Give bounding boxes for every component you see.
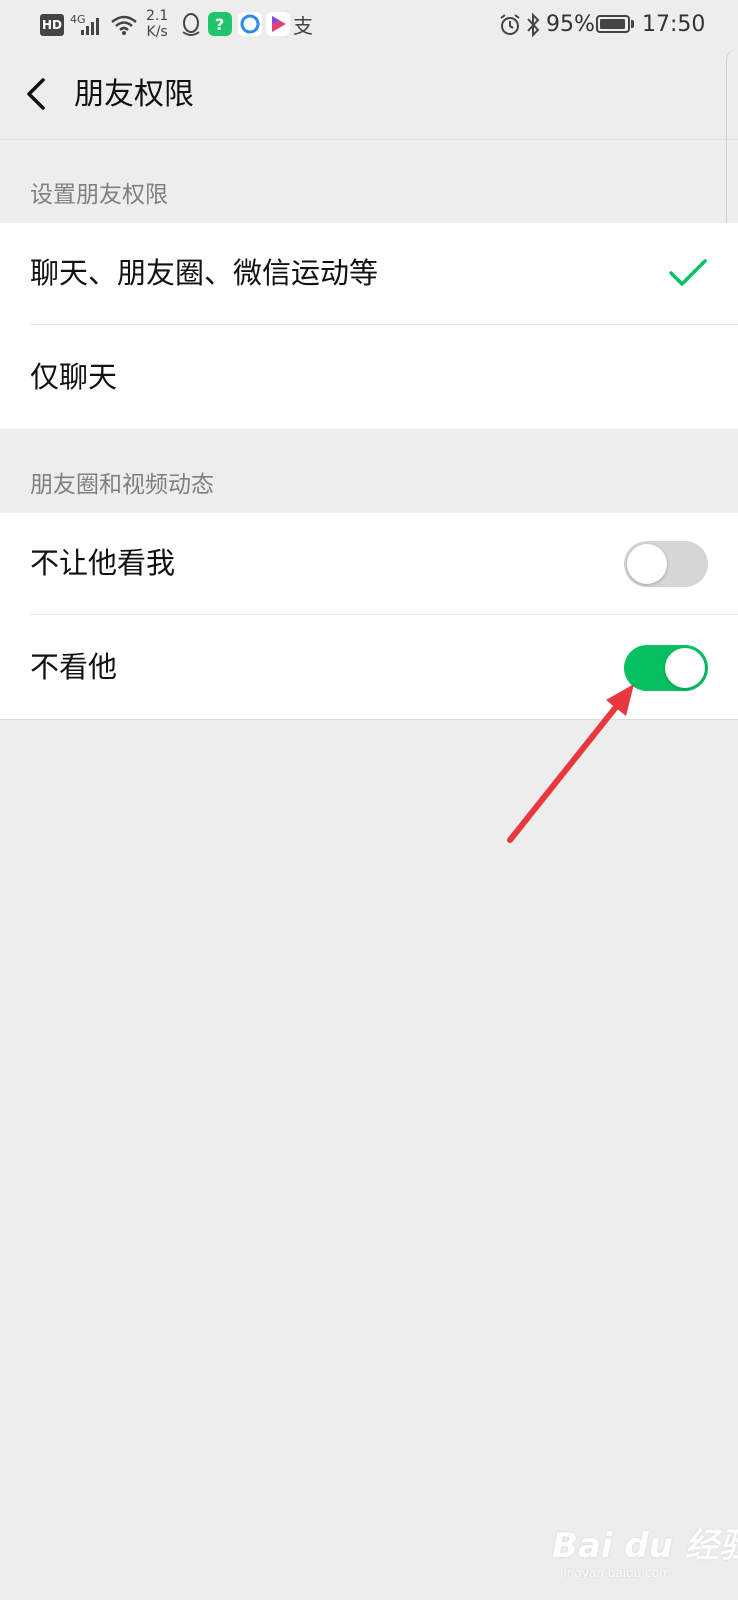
wifi-icon <box>111 15 137 35</box>
svg-text:支: 支 <box>293 14 313 37</box>
watermark-sub: jingyan.baidu.com <box>560 1566 671 1580</box>
divider <box>30 614 738 615</box>
svg-text:?: ? <box>215 15 224 34</box>
app-green-icon: ? <box>208 12 232 36</box>
watermark-main: Bai du 经验 <box>552 1526 738 1566</box>
toggle-label: 不让他看我 <box>30 546 176 580</box>
annotation-arrow <box>507 684 634 843</box>
switch-knob <box>665 648 705 688</box>
option-all-permissions[interactable]: 聊天、朋友圈、微信运动等 <box>0 223 738 325</box>
speed-value: 2.1 <box>146 8 169 24</box>
alipay-icon: 支 <box>293 14 313 37</box>
back-chevron-icon[interactable] <box>18 72 58 116</box>
speed-unit: K/s <box>146 24 168 40</box>
hd-badge: HD <box>40 14 64 36</box>
battery-cap <box>631 20 634 28</box>
qq-icon <box>182 13 200 36</box>
section-header-permissions: 设置朋友权限 <box>30 182 168 208</box>
video-app-icon <box>266 12 290 36</box>
nav-bar: 朋友权限 <box>0 50 738 140</box>
network-speed: 2.1 K/s <box>146 8 168 40</box>
hide-my-posts-switch[interactable] <box>624 541 708 587</box>
battery-percent: 95% <box>546 12 595 37</box>
battery-icon <box>596 15 630 33</box>
option-label: 聊天、朋友圈、微信运动等 <box>30 256 379 290</box>
checkmark-icon <box>669 259 707 286</box>
permission-options-group: 聊天、朋友圈、微信运动等 仅聊天 <box>0 223 738 429</box>
signal-icon <box>81 18 99 35</box>
browser-icon <box>238 12 262 36</box>
battery-fill <box>600 19 625 29</box>
page-title: 朋友权限 <box>74 77 194 112</box>
switch-knob <box>627 544 667 584</box>
alarm-icon <box>500 14 520 35</box>
clock: 17:50 <box>642 12 706 37</box>
baidu-watermark: Bai du 经验 jingyan.baidu.com <box>552 1508 738 1584</box>
option-label: 仅聊天 <box>30 360 118 394</box>
toggle-row-hide-my-posts: 不让他看我 <box>0 513 738 615</box>
toggle-label: 不看他 <box>30 650 118 684</box>
divider <box>30 324 738 325</box>
section-header-moments: 朋友圈和视频动态 <box>30 472 214 498</box>
status-bar: HD 4G 2.1 K/s ? 支 95% 17:50 <box>0 0 738 50</box>
bluetooth-icon <box>527 12 540 38</box>
option-chat-only[interactable]: 仅聊天 <box>0 327 738 429</box>
